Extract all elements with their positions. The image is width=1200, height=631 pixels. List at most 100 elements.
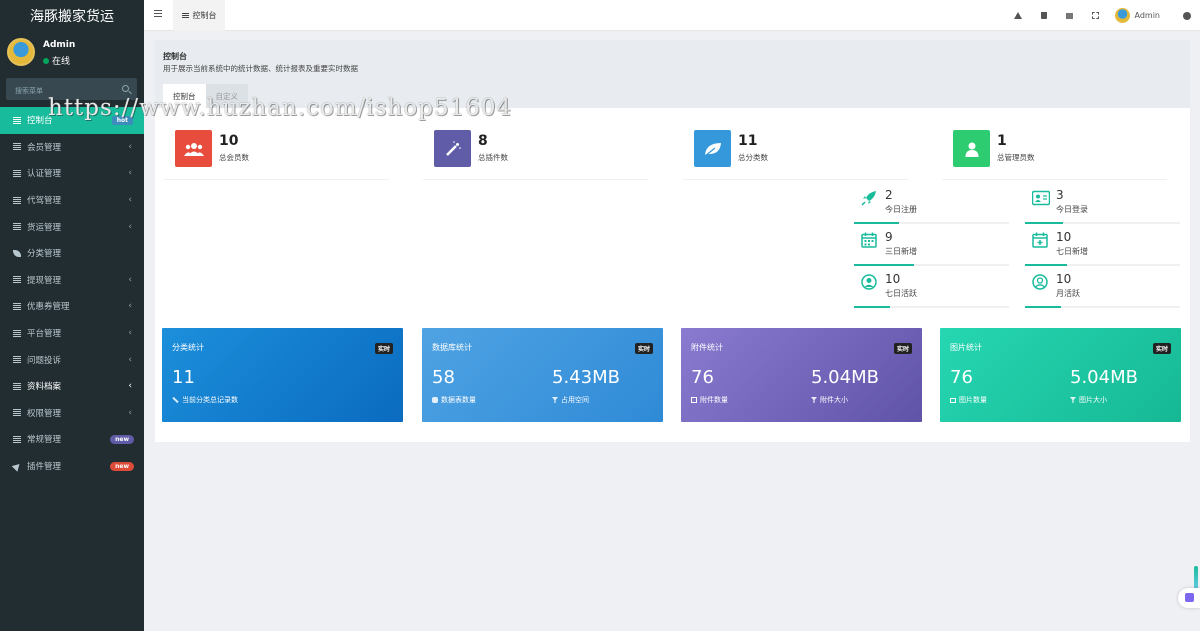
stat-card-categories: 11 总分类数 [683,108,908,180]
chevron-left-icon: ‹ [128,274,132,285]
list-icon [13,356,21,364]
sidebar-item-category[interactable]: 分类管理 [0,240,144,267]
stat-card-admins: 1 总管理员数 [942,108,1167,180]
card-label: 数据表数量 [432,395,476,405]
sidebar-item-label: 优惠券管理 [27,302,70,313]
sidebar-item-general[interactable]: 常规管理 new [0,426,144,453]
page-title: 控制台 [163,52,187,61]
card-label-secondary: 占用空间 [552,395,589,405]
card-label-text: 附件数量 [700,396,728,404]
stat-label: 总会员数 [219,153,249,162]
card-label-text: 占用空间 [561,396,589,404]
list-icon [13,329,21,337]
mini-stat-label: 今日注册 [885,205,917,214]
fullscreen-button[interactable] [1083,12,1109,19]
list-icon [13,223,21,231]
sidebar-item-label: 分类管理 [27,249,62,260]
mini-stat-value: 3 [1056,188,1064,202]
card-label-secondary: 图片大小 [1070,395,1107,405]
tab-dashboard[interactable]: 控制台 [163,84,206,108]
mini-stat-monthly-active: 10 月活跃 [1025,266,1180,308]
sidebar-item-coupon[interactable]: 优惠券管理 ‹ [0,293,144,320]
card-title: 分类统计 [172,343,204,352]
list-icon [13,169,21,177]
realtime-badge: 实时 [893,343,912,354]
rocket-icon [861,191,876,206]
sidebar-item-certification[interactable]: 认证管理 ‹ [0,160,144,187]
card-image-stats: 图片统计 实时 76 5.04MB 图片数量 图片大小 [940,328,1181,422]
sidebar-item-label: 平台管理 [27,329,62,340]
sidebar-item-label: 资料档案 [27,382,62,393]
dashboard-icon [181,12,189,19]
list-icon [13,409,21,417]
sidebar-item-label: 常规管理 [27,435,62,446]
tab-dashboard[interactable]: 控制台 [173,0,225,31]
card-title: 数据库统计 [432,343,472,352]
floating-help-button[interactable] [1178,588,1200,608]
list-icon [13,382,21,390]
tab-custom[interactable]: 自定义 [205,84,248,108]
sidebar-item-permissions[interactable]: 权限管理 ‹ [0,400,144,427]
card-label: 当前分类总记录数 [172,395,238,405]
magic-wand-icon [434,130,471,167]
chevron-left-icon: ‹ [128,407,132,418]
filter-icon [811,397,817,403]
nav-admin-name[interactable]: Admin [1135,11,1161,20]
list-icon [13,143,21,151]
app-title[interactable]: 海豚搬家货运 [0,0,144,31]
sidebar-item-withdraw[interactable]: 提现管理 ‹ [0,267,144,294]
trash-icon [1040,12,1047,19]
new-badge: new [110,461,134,471]
sidebar-item-freight[interactable]: 货运管理 ‹ [0,213,144,240]
top-navbar: 控制台 Admin [144,0,1200,31]
clear-cache-button[interactable] [1031,12,1057,19]
sidebar-item-archives[interactable]: 资料档案 ‹ [0,373,144,400]
sidebar-item-dashboard[interactable]: 控制台 hot [0,107,144,134]
user-name: Admin [43,40,76,50]
realtime-badge: 实时 [634,343,653,354]
card-label-text: 数据表数量 [441,396,476,404]
sidebar-item-members[interactable]: 会员管理 ‹ [0,134,144,161]
stat-label: 总管理员数 [997,153,1035,162]
avatar [7,38,35,66]
sidebar-item-chauffeur[interactable]: 代驾管理 ‹ [0,187,144,214]
filter-icon [552,397,558,403]
mini-stat-label: 七日新增 [1056,247,1088,256]
home-button[interactable] [1005,12,1031,19]
chevron-left-icon: ‹ [128,141,132,152]
list-icon [13,276,21,284]
dashboard-icon [13,116,21,124]
new-badge: new [110,434,134,444]
sidebar-search [6,78,137,102]
search-icon[interactable] [122,85,129,92]
leaf-icon [13,249,21,257]
settings-button[interactable] [1174,11,1200,20]
list-icon [13,435,21,443]
mini-stat-value: 10 [1056,230,1072,244]
sidebar-item-label: 代驾管理 [27,196,62,207]
chevron-left-icon: ‹ [128,168,132,179]
mini-stat-seven-day-new: 10 七日新增 [1025,224,1180,266]
stat-value: 11 [738,133,758,149]
sidebar-item-plugins[interactable]: 插件管理 new [0,453,144,480]
card-title: 图片统计 [950,343,982,352]
sidebar-item-complaints[interactable]: 问题投诉 ‹ [0,346,144,373]
sidebar-item-label: 会员管理 [27,142,62,153]
gears-icon [1183,11,1191,20]
leaf-icon [694,130,731,167]
card-database-stats: 数据库统计 实时 58 5.43MB 数据表数量 占用空间 [422,328,663,422]
menu-toggle-icon[interactable] [154,10,162,17]
search-input[interactable] [6,80,116,102]
mini-stat-bar [854,306,1009,308]
home-icon [1013,12,1022,19]
sidebar-item-platform[interactable]: 平台管理 ‹ [0,320,144,347]
avatar[interactable] [1114,8,1130,23]
card-value: 58 [432,367,455,388]
mini-stat-three-day-new: 9 三日新增 [854,224,1009,266]
language-button[interactable] [1057,12,1083,19]
sidebar-item-label: 控制台 [27,116,53,127]
card-label: 附件数量 [691,395,728,405]
stat-card-members: 10 总会员数 [164,108,389,180]
rocket-icon [13,463,21,470]
online-dot-icon [43,57,49,64]
